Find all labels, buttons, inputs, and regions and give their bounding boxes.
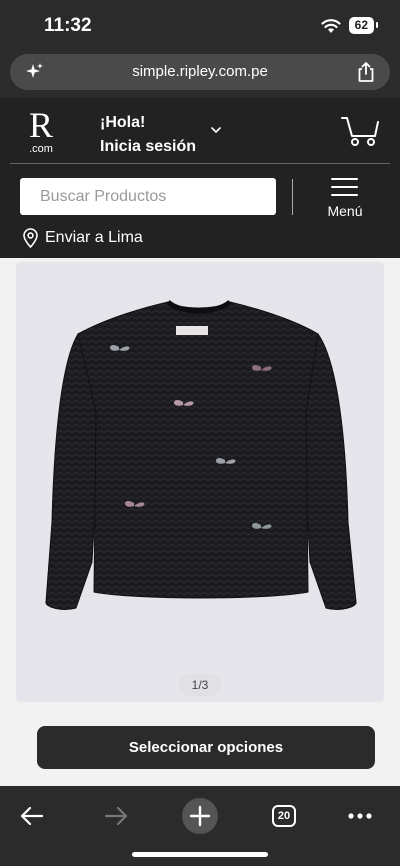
search-input[interactable]	[20, 178, 276, 215]
logo-letter: R	[28, 105, 53, 145]
forward-button[interactable]	[94, 794, 138, 838]
pin-icon	[23, 228, 38, 248]
status-indicators: 62	[321, 17, 379, 34]
status-time: 11:32	[44, 15, 92, 36]
header-divider	[10, 163, 390, 164]
hamburger-icon	[331, 178, 358, 196]
url-bar[interactable]: simple.ripley.com.pe	[10, 54, 390, 90]
chevron-down-icon[interactable]	[210, 126, 222, 134]
greeting-login: Inicia sesión	[100, 138, 197, 155]
back-button[interactable]	[10, 794, 54, 838]
status-bar: 11:32 62	[0, 0, 400, 50]
battery-icon: 62	[348, 17, 379, 34]
cart-icon[interactable]	[340, 114, 380, 148]
tabs-button[interactable]: 20	[262, 794, 306, 838]
plus-icon	[182, 798, 218, 834]
more-icon	[348, 813, 372, 819]
logo-domain: .com	[29, 143, 53, 155]
login-greeting[interactable]: ¡Hola! Inicia sesión	[100, 111, 196, 159]
delivery-location[interactable]: Enviar a Lima	[22, 228, 143, 248]
back-arrow-icon	[20, 806, 44, 826]
more-button[interactable]	[338, 794, 382, 838]
location-text: Enviar a Lima	[45, 229, 143, 246]
wifi-icon	[321, 18, 341, 33]
forward-arrow-icon	[104, 806, 128, 826]
home-indicator	[132, 852, 268, 857]
tabs-icon: 20	[272, 805, 296, 827]
browser-url-area: simple.ripley.com.pe	[0, 50, 400, 98]
product-image-carousel[interactable]: 1/3	[16, 262, 384, 702]
greeting-hello: ¡Hola!	[100, 114, 146, 131]
product-image	[45, 299, 357, 610]
ripley-logo[interactable]: R .com	[24, 105, 58, 155]
image-counter: 1/3	[179, 674, 221, 696]
menu-button[interactable]: Menú	[316, 176, 374, 224]
menu-label: Menú	[327, 203, 363, 219]
new-tab-button[interactable]	[178, 794, 222, 838]
select-options-button[interactable]: Seleccionar opciones	[37, 726, 375, 769]
site-header: R .com ¡Hola! Inicia sesión Menú Enviar …	[0, 98, 400, 258]
search-menu-divider	[292, 179, 293, 215]
url-text[interactable]: simple.ripley.com.pe	[10, 63, 390, 80]
share-icon[interactable]	[356, 61, 376, 83]
